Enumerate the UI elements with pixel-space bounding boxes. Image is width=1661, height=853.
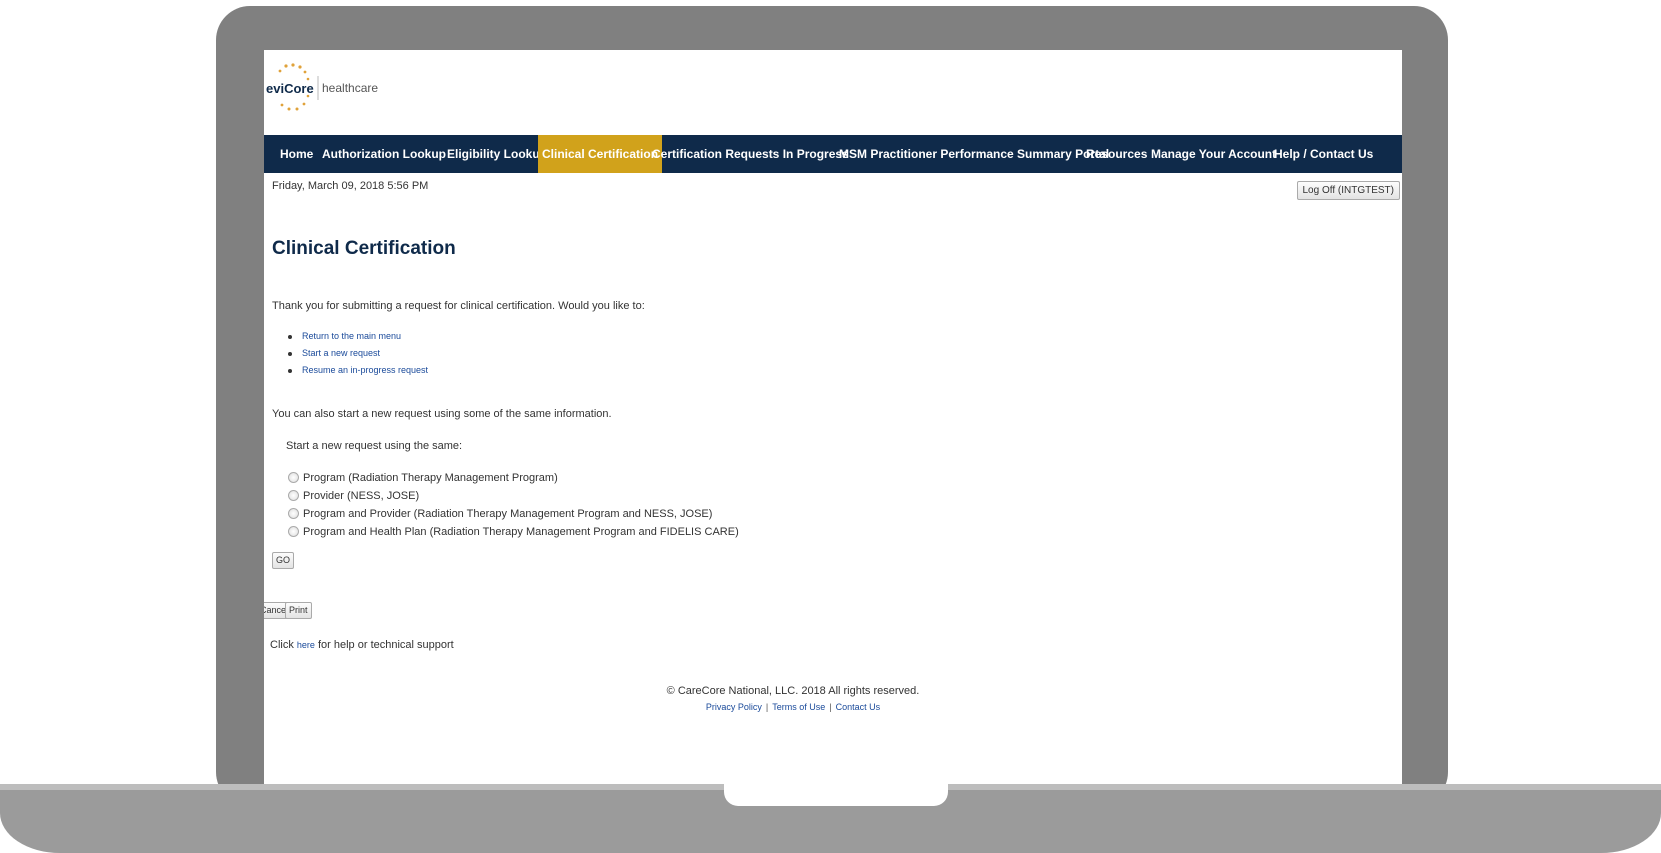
nav-home[interactable]: Home (280, 135, 313, 173)
logoff-button[interactable]: Log Off (INTGTEST) (1296, 181, 1400, 200)
current-datetime: Friday, March 09, 2018 5:56 PM (272, 180, 429, 192)
option-program-health-plan[interactable]: Program and Health Plan (Radiation Thera… (288, 523, 739, 541)
page-title: Clinical Certification (272, 238, 456, 259)
print-button[interactable]: Print (285, 602, 312, 619)
help-link[interactable]: here (297, 640, 315, 650)
svg-text:healthcare: healthcare (322, 81, 378, 95)
radio-button[interactable] (288, 471, 299, 483)
also-text: You can also start a new request using s… (272, 408, 612, 420)
intro-text: Thank you for submitting a request for c… (272, 300, 645, 312)
privacy-policy-link[interactable]: Privacy Policy (706, 702, 762, 712)
evicore-logo: eviCore healthcare (266, 63, 378, 111)
option-label: Program and Health Plan (Radiation Thera… (303, 526, 739, 538)
nav-eligibility-lookup[interactable]: Eligibility Lookup (447, 135, 547, 173)
footer-links: Privacy Policy | Terms of Use | Contact Us (705, 702, 881, 712)
list-item: Start a new request (288, 345, 428, 362)
laptop-notch (724, 784, 948, 806)
nav-certification-requests[interactable]: Certification Requests In Progress (652, 135, 849, 173)
option-label: Program and Provider (Radiation Therapy … (303, 508, 713, 520)
nav-manage-account[interactable]: Manage Your Account (1151, 135, 1276, 173)
same-label: Start a new request using the same: (286, 440, 463, 452)
copyright-text: © CareCore National, LLC. 2018 All right… (666, 685, 920, 697)
option-program[interactable]: Program (Radiation Therapy Management Pr… (288, 469, 739, 487)
terms-of-use-link[interactable]: Terms of Use (772, 702, 825, 712)
radio-button[interactable] (288, 489, 299, 501)
start-new-request-link[interactable]: Start a new request (302, 348, 380, 358)
go-button[interactable]: GO (272, 552, 295, 569)
svg-text:eviCore: eviCore (266, 81, 314, 96)
nav-authorization-lookup[interactable]: Authorization Lookup (322, 135, 446, 173)
radio-button[interactable] (288, 507, 299, 519)
list-item: Return to the main menu (288, 328, 428, 345)
option-program-provider[interactable]: Program and Provider (Radiation Therapy … (288, 505, 739, 523)
resume-request-link[interactable]: Resume an in-progress request (302, 365, 428, 375)
radio-button[interactable] (288, 525, 299, 537)
option-label: Program (Radiation Therapy Management Pr… (303, 472, 558, 484)
action-list: Return to the main menu Start a new requ… (288, 328, 428, 379)
nav-clinical-certification[interactable]: Clinical Certification (538, 135, 663, 173)
nav-msm-portal[interactable]: MSM Practitioner Performance Summary Por… (839, 135, 1109, 173)
reuse-options: Program (Radiation Therapy Management Pr… (288, 469, 739, 541)
list-item: Resume an in-progress request (288, 362, 428, 379)
nav-resources[interactable]: Resources (1086, 135, 1147, 173)
option-label: Provider (NESS, JOSE) (303, 490, 420, 502)
main-nav: Home Authorization Lookup Eligibility Lo… (264, 135, 1402, 173)
return-main-menu-link[interactable]: Return to the main menu (302, 331, 401, 341)
help-text: Click here for help or technical support (270, 639, 454, 651)
option-provider[interactable]: Provider (NESS, JOSE) (288, 487, 739, 505)
browser-page: eviCore healthcare Home Authorization Lo… (264, 50, 1402, 784)
nav-help-contact[interactable]: Help / Contact Us (1274, 135, 1373, 173)
contact-us-link[interactable]: Contact Us (836, 702, 881, 712)
